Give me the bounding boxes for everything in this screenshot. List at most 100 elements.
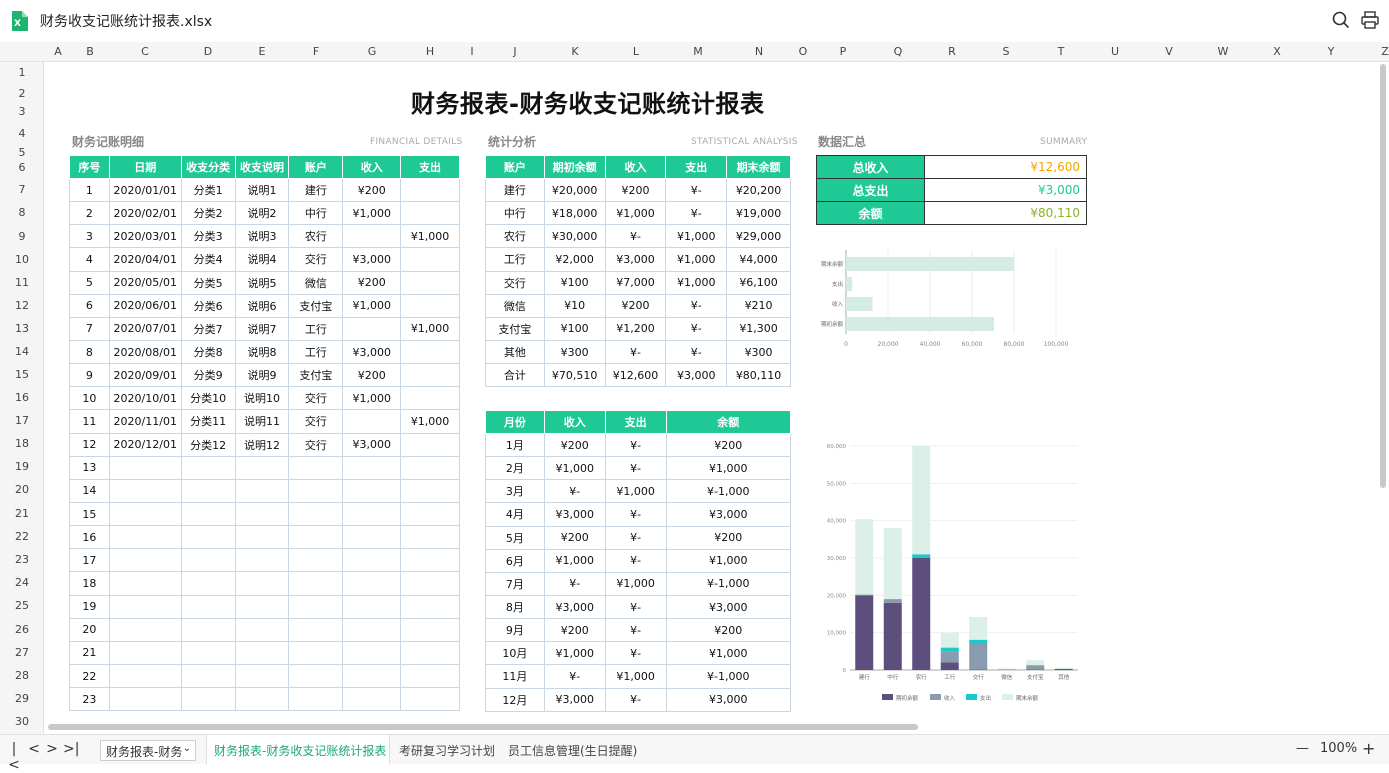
- table-cell[interactable]: [289, 641, 343, 664]
- column-header-cell[interactable]: O: [799, 45, 808, 58]
- table-cell[interactable]: ¥-: [605, 642, 666, 665]
- table-cell[interactable]: ¥1,000: [666, 457, 790, 480]
- summary-key-cell[interactable]: 总收入: [817, 156, 925, 179]
- table-cell[interactable]: 16: [70, 526, 110, 549]
- table-cell[interactable]: 12: [70, 433, 110, 456]
- table-cell[interactable]: 农行: [486, 225, 545, 248]
- summary-value-cell[interactable]: ¥80,110: [925, 202, 1087, 225]
- row-header-cell[interactable]: 3: [0, 105, 44, 118]
- table-cell[interactable]: 分类2: [181, 202, 235, 225]
- column-header-cell[interactable]: W: [1218, 45, 1229, 58]
- table-cell[interactable]: 中行: [289, 202, 343, 225]
- table-cell[interactable]: ¥200: [605, 179, 666, 202]
- table-cell[interactable]: 1月: [486, 434, 545, 457]
- table-cell[interactable]: ¥1,000: [401, 317, 460, 340]
- tab-study-plan[interactable]: 考研复习学习计划: [399, 742, 495, 759]
- table-cell[interactable]: ¥-: [666, 294, 727, 317]
- sheet-select-dropdown[interactable]: 财务报表-财务 ⌄: [100, 740, 196, 761]
- table-cell[interactable]: 15: [70, 502, 110, 525]
- table-cell[interactable]: [401, 433, 460, 456]
- row-header-cell[interactable]: 18: [0, 437, 44, 450]
- table-cell[interactable]: 11月: [486, 665, 545, 688]
- table-cell[interactable]: [401, 179, 460, 202]
- table-cell[interactable]: 交行: [289, 248, 343, 271]
- table-cell[interactable]: ¥1,000: [544, 642, 605, 665]
- table-cell[interactable]: [343, 225, 401, 248]
- table-cell[interactable]: 4月: [486, 503, 545, 526]
- table-cell[interactable]: ¥-1,000: [666, 665, 790, 688]
- column-header-cell[interactable]: I: [470, 45, 473, 58]
- column-header-cell[interactable]: C: [141, 45, 149, 58]
- table-cell[interactable]: [289, 479, 343, 502]
- table-header-cell[interactable]: 期初余额: [544, 156, 605, 179]
- table-cell[interactable]: 3月: [486, 480, 545, 503]
- table-cell[interactable]: ¥200: [544, 619, 605, 642]
- column-header-cell[interactable]: V: [1165, 45, 1173, 58]
- table-cell[interactable]: ¥3,000: [666, 364, 727, 387]
- table-cell[interactable]: [401, 202, 460, 225]
- table-cell[interactable]: [289, 688, 343, 711]
- table-cell[interactable]: [289, 595, 343, 618]
- table-header-cell[interactable]: 支出: [666, 156, 727, 179]
- row-header-cell[interactable]: 12: [0, 299, 44, 312]
- table-cell[interactable]: ¥1,000: [666, 549, 790, 572]
- table-cell[interactable]: 建行: [289, 179, 343, 202]
- table-cell[interactable]: 2020/04/01: [109, 248, 181, 271]
- table-cell[interactable]: ¥1,000: [544, 549, 605, 572]
- table-cell[interactable]: 说明7: [235, 317, 289, 340]
- table-cell[interactable]: [235, 688, 289, 711]
- table-cell[interactable]: 合计: [486, 364, 545, 387]
- table-cell[interactable]: [401, 618, 460, 641]
- table-cell[interactable]: [109, 549, 181, 572]
- table-cell[interactable]: [401, 340, 460, 363]
- row-header-cell[interactable]: 30: [0, 715, 44, 728]
- table-cell[interactable]: 2020/11/01: [109, 410, 181, 433]
- table-cell[interactable]: 2020/10/01: [109, 387, 181, 410]
- column-header-cell[interactable]: Y: [1328, 45, 1335, 58]
- table-cell[interactable]: ¥-: [605, 619, 666, 642]
- table-cell[interactable]: 分类1: [181, 179, 235, 202]
- table-cell[interactable]: [343, 549, 401, 572]
- table-cell[interactable]: 说明9: [235, 364, 289, 387]
- table-header-cell[interactable]: 期末余额: [727, 156, 791, 179]
- table-cell[interactable]: 2020/09/01: [109, 364, 181, 387]
- table-cell[interactable]: ¥4,000: [727, 248, 791, 271]
- table-cell[interactable]: [343, 502, 401, 525]
- table-cell[interactable]: 说明5: [235, 271, 289, 294]
- table-header-cell[interactable]: 账户: [289, 156, 343, 179]
- table-cell[interactable]: [343, 664, 401, 687]
- table-cell[interactable]: 交行: [289, 387, 343, 410]
- table-cell[interactable]: ¥3,000: [343, 433, 401, 456]
- table-cell[interactable]: 3: [70, 225, 110, 248]
- table-cell[interactable]: ¥18,000: [544, 202, 605, 225]
- table-cell[interactable]: ¥200: [666, 619, 790, 642]
- table-cell[interactable]: 2月: [486, 457, 545, 480]
- table-cell[interactable]: 微信: [289, 271, 343, 294]
- row-header-cell[interactable]: 27: [0, 646, 44, 659]
- row-header-cell[interactable]: 19: [0, 460, 44, 473]
- table-cell[interactable]: ¥3,000: [666, 503, 790, 526]
- table-cell[interactable]: ¥3,000: [544, 503, 605, 526]
- table-cell[interactable]: [401, 664, 460, 687]
- table-cell[interactable]: 交行: [289, 433, 343, 456]
- table-cell[interactable]: 建行: [486, 179, 545, 202]
- table-cell[interactable]: [181, 595, 235, 618]
- table-cell[interactable]: ¥-: [605, 503, 666, 526]
- table-cell[interactable]: 19: [70, 595, 110, 618]
- column-header-cell[interactable]: H: [426, 45, 434, 58]
- table-cell[interactable]: [109, 641, 181, 664]
- table-cell[interactable]: [401, 387, 460, 410]
- row-header-cell[interactable]: 23: [0, 553, 44, 566]
- table-cell[interactable]: ¥-: [544, 480, 605, 503]
- table-cell[interactable]: ¥-: [666, 179, 727, 202]
- table-cell[interactable]: ¥1,000: [343, 202, 401, 225]
- summary-key-cell[interactable]: 总支出: [817, 179, 925, 202]
- table-cell[interactable]: ¥1,000: [401, 410, 460, 433]
- print-icon[interactable]: [1360, 10, 1380, 30]
- table-cell[interactable]: 2: [70, 202, 110, 225]
- table-cell[interactable]: ¥-: [605, 688, 666, 711]
- table-cell[interactable]: ¥-: [666, 340, 727, 363]
- table-cell[interactable]: [181, 479, 235, 502]
- column-header-cell[interactable]: L: [633, 45, 639, 58]
- table-header-cell[interactable]: 月份: [486, 411, 545, 434]
